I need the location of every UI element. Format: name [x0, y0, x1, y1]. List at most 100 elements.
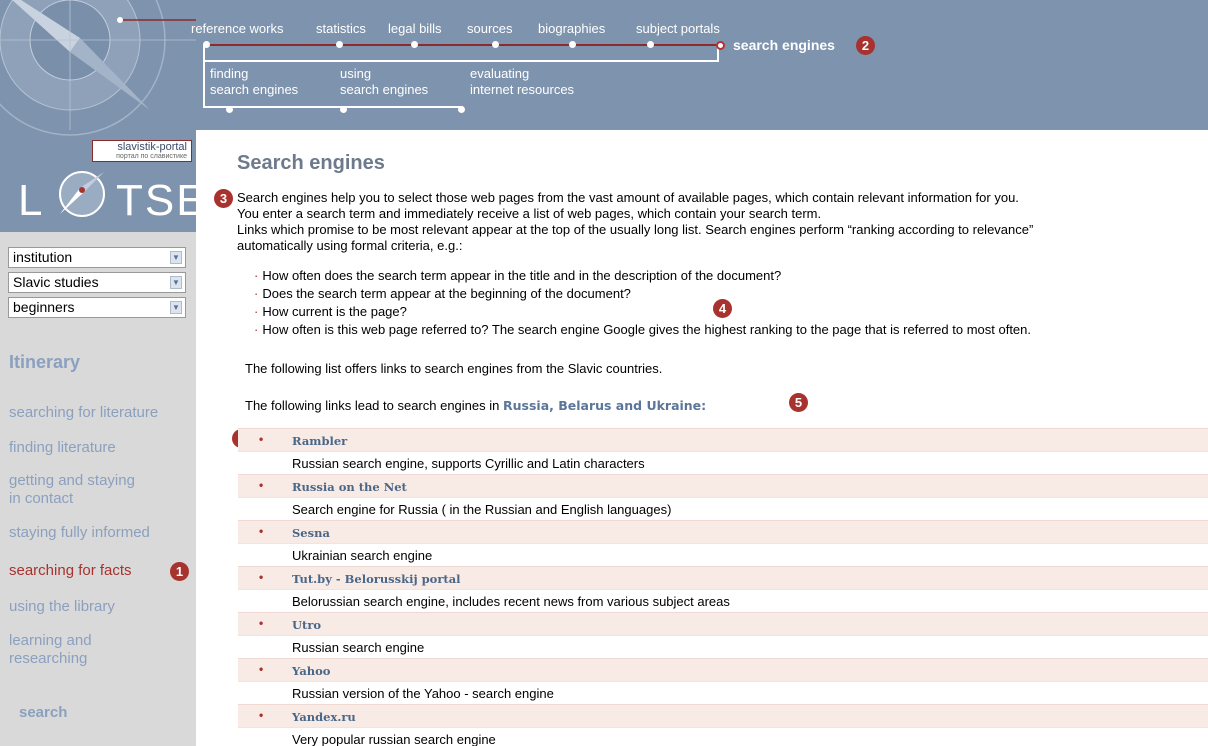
- engine-link[interactable]: Tut.by - Belorusskij portal: [292, 572, 461, 586]
- subnav-evaluating-internet-resources[interactable]: evaluating internet resources: [470, 66, 574, 98]
- bullet-dot-icon: •: [259, 570, 264, 584]
- bullet-dot-icon: •: [259, 708, 264, 722]
- engine-link[interactable]: Rambler: [292, 434, 347, 448]
- sidebar-item-staying-fully-informed[interactable]: staying fully informed: [9, 524, 150, 542]
- criteria-text: How often is this web page referred to? …: [262, 322, 1032, 337]
- subnav-dot: [340, 106, 347, 113]
- engine-description: Ukrainian search engine: [292, 548, 433, 563]
- institution-select[interactable]: institution ▼: [8, 247, 186, 268]
- engine-description: Search engine for Russia ( in the Russia…: [292, 502, 672, 517]
- engine-description-row: Russian search engine: [238, 635, 1208, 658]
- criteria-text: How current is the page?: [262, 304, 407, 319]
- region-line: The following links lead to search engin…: [245, 398, 706, 413]
- logo-letters-tse: TSE: [116, 176, 196, 225]
- nav-biographies[interactable]: biographies: [538, 21, 605, 36]
- subnav-label-line2: search engines: [340, 82, 429, 97]
- nav-legal-bills[interactable]: legal bills: [388, 21, 441, 36]
- engine-description: Russian search engine: [292, 640, 425, 655]
- engine-link[interactable]: Sesna: [292, 526, 330, 540]
- nav-search-engines-active[interactable]: search engines: [733, 37, 835, 53]
- search-engine-list: • Rambler Russian search engine, supports …: [238, 428, 1208, 746]
- region-prefix: The following links lead to search engin…: [245, 398, 500, 413]
- intro-line: Links which promise to be most relevant …: [237, 222, 1034, 237]
- nav-subject-portals[interactable]: subject portals: [636, 21, 720, 36]
- nav-dot: [647, 41, 654, 48]
- engine-name-row: • Yahoo: [238, 658, 1208, 681]
- subnav-label-line1: using: [340, 66, 372, 81]
- callout-badge-1: 1: [170, 562, 189, 581]
- sidebar-item-searching-for-facts[interactable]: searching for facts: [9, 562, 132, 580]
- engine-link[interactable]: Yahoo: [292, 664, 330, 678]
- bullet-dot-icon: •: [259, 616, 264, 630]
- engine-link[interactable]: Yandex.ru: [292, 710, 356, 724]
- nav-dot: [336, 41, 343, 48]
- callout-badge-3: 3: [214, 189, 233, 208]
- sidebar-item-label: researching: [9, 650, 88, 667]
- site-logo[interactable]: L TSE: [18, 176, 196, 226]
- sidebar-item-searching-for-literature[interactable]: searching for literature: [9, 404, 158, 422]
- bullet-dot-icon: •: [259, 524, 264, 538]
- sidebar-item-using-the-library[interactable]: using the library: [9, 598, 115, 616]
- bullet-dot-icon: ·: [254, 286, 259, 301]
- bullet-dot-icon: ·: [254, 268, 259, 283]
- criteria-item: · How often does the search term appear i…: [254, 268, 781, 283]
- callout-badge-2: 2: [856, 36, 875, 55]
- bullet-dot-icon: ·: [254, 304, 259, 319]
- criteria-text: How often does the search term appear in…: [262, 268, 782, 283]
- level-select[interactable]: beginners ▼: [8, 297, 186, 318]
- criteria-item: · Does the search term appear at the begi…: [254, 286, 631, 301]
- engine-description-row: Very popular russian search engine: [238, 727, 1208, 746]
- criteria-item: · How often is this web page referred to?…: [254, 322, 1031, 337]
- sidebar: institution ▼ Slavic studies ▼ beginners…: [0, 232, 196, 746]
- select-value: beginners: [13, 299, 75, 315]
- subnav-finding-search-engines[interactable]: finding search engines: [210, 66, 298, 98]
- engine-name-row: • Yandex.ru: [238, 704, 1208, 727]
- sidebar-search-link[interactable]: search: [19, 704, 67, 721]
- sidebar-item-label: getting and staying: [9, 472, 135, 489]
- region-link[interactable]: Russia, Belarus and Ukraine:: [503, 398, 706, 413]
- engine-link[interactable]: Utro: [292, 618, 321, 632]
- chevron-down-icon[interactable]: ▼: [170, 301, 182, 314]
- engine-description-row: Search engine for Russia ( in the Russia…: [238, 497, 1208, 520]
- engine-description-row: Ukrainian search engine: [238, 543, 1208, 566]
- subnav-using-search-engines[interactable]: using search engines: [340, 66, 428, 98]
- engine-name-row: • Russia on the Net: [238, 474, 1208, 497]
- engine-description-row: Russian version of the Yahoo - search en…: [238, 681, 1208, 704]
- select-value: Slavic studies: [13, 274, 99, 290]
- chevron-down-icon[interactable]: ▼: [170, 251, 182, 264]
- chevron-down-icon[interactable]: ▼: [170, 276, 182, 289]
- nav-statistics[interactable]: statistics: [316, 21, 366, 36]
- engine-description: Belorussian search engine, includes rece…: [292, 594, 730, 609]
- subnav-label-line2: internet resources: [470, 82, 575, 97]
- subnav-dot: [458, 106, 465, 113]
- portal-tag[interactable]: slavistik-portal портал по славистике: [92, 140, 192, 162]
- nav-dot: [569, 41, 576, 48]
- engine-description-row: Belorussian search engine, includes rece…: [238, 589, 1208, 612]
- engine-link[interactable]: Russia on the Net: [292, 480, 407, 494]
- logo-letter-l: L: [18, 176, 45, 225]
- criteria-text: Does the search term appear at the begin…: [262, 286, 631, 301]
- criteria-item: · How current is the page?: [254, 304, 407, 319]
- sidebar-item-label: learning and: [9, 632, 92, 649]
- nav-active-marker: [716, 41, 725, 50]
- bullet-dot-icon: •: [259, 662, 264, 676]
- subject-select[interactable]: Slavic studies ▼: [8, 272, 186, 293]
- sidebar-item-finding-literature[interactable]: finding literature: [9, 439, 116, 457]
- bullet-dot-icon: •: [259, 478, 264, 492]
- intro-line: You enter a search term and immediately …: [237, 206, 822, 221]
- intro-line: automatically using formal criteria, e.g…: [237, 238, 463, 253]
- subnav-dot: [226, 106, 233, 113]
- itinerary-heading: Itinerary: [9, 352, 81, 372]
- engine-description: Very popular russian search engine: [292, 732, 496, 746]
- nav-reference-works[interactable]: reference works: [191, 21, 283, 36]
- engine-description: Russian search engine, supports Cyrillic…: [292, 456, 645, 471]
- select-value: institution: [13, 249, 73, 265]
- sidebar-item-getting-and-staying-in-contact[interactable]: getting and staying in contact: [9, 472, 135, 508]
- nav-dot: [203, 41, 210, 48]
- portal-tag-sublabel: портал по славистике: [116, 153, 187, 160]
- nav-sources[interactable]: sources: [467, 21, 513, 36]
- nav-track-line: [206, 44, 718, 46]
- nav-dot: [492, 41, 499, 48]
- page-title: Search engines: [237, 152, 385, 174]
- sidebar-item-learning-and-researching[interactable]: learning and researching: [9, 632, 92, 668]
